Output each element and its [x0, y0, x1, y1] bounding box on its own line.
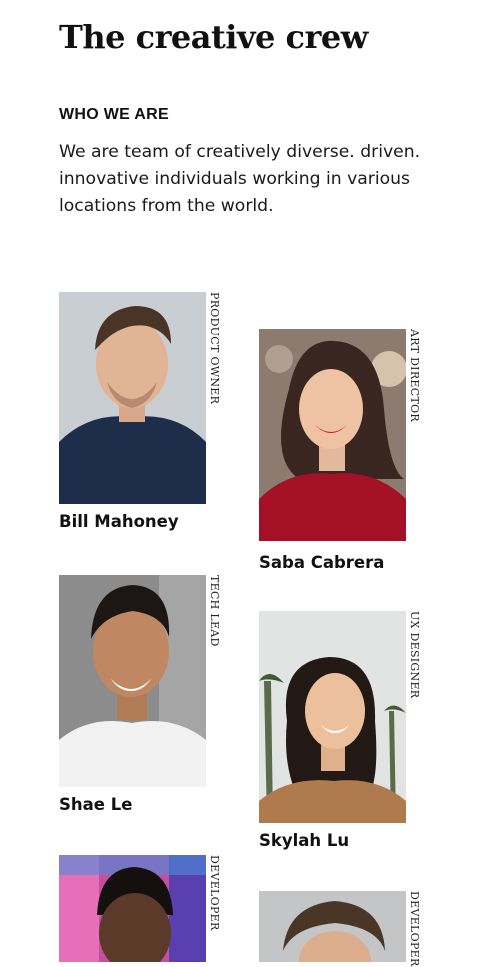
member-name: Saba Cabrera	[259, 553, 385, 572]
member-role: UX DESIGNER	[408, 611, 421, 699]
member-photo	[59, 292, 206, 504]
member-role: TECH LEAD	[208, 575, 221, 647]
member-photo	[59, 575, 206, 787]
member-photo	[259, 329, 406, 541]
member-name: Shae Le	[59, 795, 133, 814]
member-role: ART DIRECTOR	[408, 329, 421, 422]
member-role: DEVELOPER	[408, 891, 421, 967]
member-name: Skylah Lu	[259, 831, 350, 850]
member-role: DEVELOPER	[208, 855, 221, 931]
intro-text: We are team of creatively diverse. drive…	[59, 142, 421, 216]
section-eyebrow: WHO WE ARE	[59, 106, 169, 123]
member-photo	[259, 891, 406, 962]
member-role: PRODUCT OWNER	[208, 292, 221, 405]
page-title: The creative crew	[59, 18, 368, 56]
member-photo	[259, 611, 406, 823]
member-photo	[59, 855, 206, 962]
member-name: Bill Mahoney	[59, 512, 179, 531]
